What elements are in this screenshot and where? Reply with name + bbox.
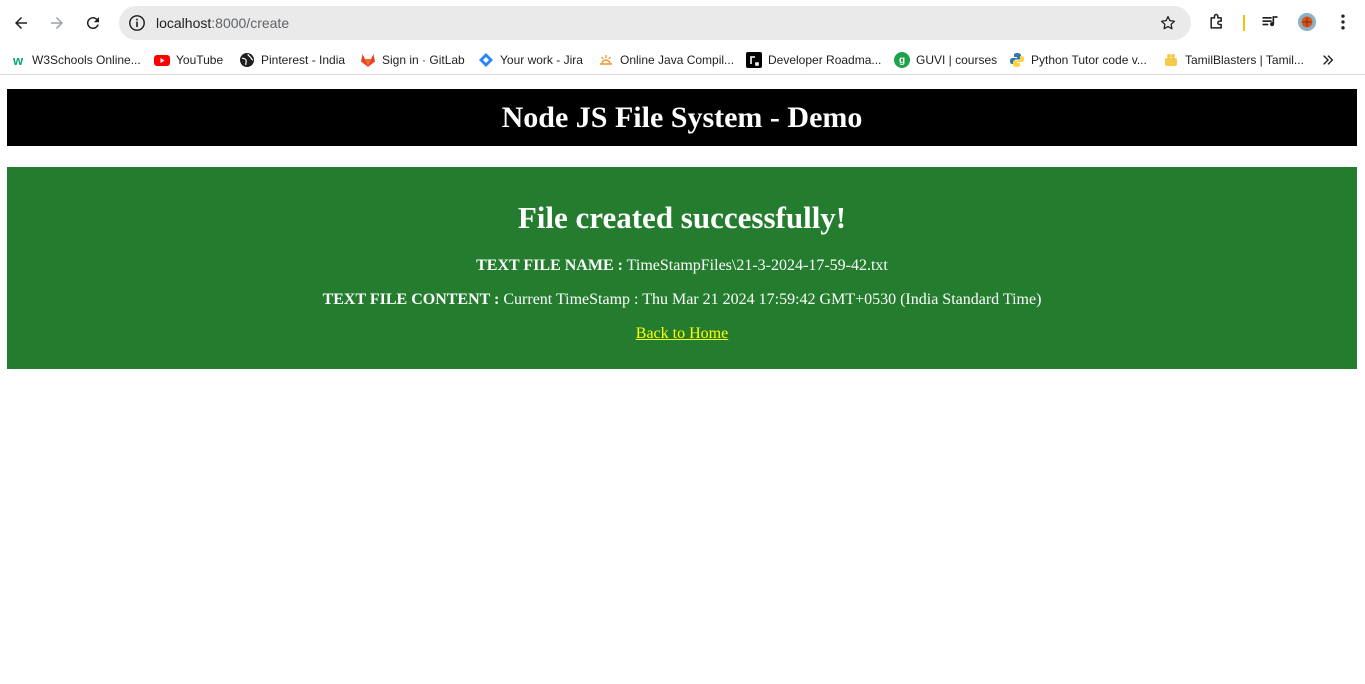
bookmark-java-compiler[interactable]: Online Java Compil... [598,50,734,70]
url-path: :8000/create [211,15,290,31]
bookmark-label: Your work - Jira [500,53,583,67]
file-content-row: TEXT FILE CONTENT : Current TimeStamp : … [7,291,1357,309]
bookmark-w3schools[interactable]: w W3Schools Online... [10,50,141,70]
page-header: Node JS File System - Demo [7,89,1357,146]
bookmark-pinterest[interactable]: Pinterest - India [239,50,345,70]
bookmark-label: Sign in · GitLab [382,53,465,67]
globe-icon [239,52,255,68]
result-title: File created successfully! [517,200,847,235]
back-button[interactable] [7,9,35,37]
address-bar[interactable]: localhost:8000/create [119,6,1191,40]
bookmark-youtube[interactable]: YouTube [154,50,223,70]
more-bookmarks-chevron-icon[interactable] [1317,50,1339,70]
roadmap-icon [746,52,762,68]
guvi-icon: g [894,52,910,68]
tamilblasters-icon [1163,52,1179,68]
toolbar-separator [1243,15,1245,31]
bookmark-tamilblasters[interactable]: TamilBlasters | Tamil... [1163,50,1304,70]
bookmark-python-tutor[interactable]: Python Tutor code v... [1009,50,1147,70]
youtube-icon [154,52,170,68]
bookmark-label: YouTube [176,53,224,67]
reload-button[interactable] [79,9,107,37]
file-content-label: TEXT FILE CONTENT : [322,291,500,308]
bookmark-label: GUVI | courses [916,53,998,67]
page-title: Node JS File System - Demo [501,100,863,134]
result-panel: File created successfully! TEXT FILE NAM… [7,167,1357,369]
bookmark-label: Online Java Compil... [620,53,735,67]
jira-icon [478,52,494,68]
bookmark-star-icon[interactable] [1159,14,1177,32]
page-content: Node JS File System - Demo File created … [0,81,1365,684]
url-host: localhost [156,15,212,31]
file-name-label: TEXT FILE NAME : [476,257,623,274]
file-name-row: TEXT FILE NAME : TimeStampFiles\21-3-202… [7,257,1357,275]
arrow-right-icon [51,17,63,29]
arrow-left-icon [15,17,27,29]
media-control-icon[interactable] [1259,11,1281,33]
url-text[interactable]: localhost:8000/create [156,6,289,40]
w3schools-icon: w [10,52,26,68]
forward-button[interactable] [43,9,71,37]
site-info-icon[interactable] [127,13,147,33]
file-content-value: Current TimeStamp : Thu Mar 21 2024 17:5… [499,291,1042,308]
gitlab-icon [360,52,376,68]
file-name-value: TimeStampFiles\21-3-2024-17-59-42.txt [622,257,888,274]
bookmark-label: Python Tutor code v... [1031,53,1147,67]
bookmark-label: TamilBlasters | Tamil... [1185,53,1304,67]
back-to-home-link[interactable]: Back to Home [636,325,728,342]
bookmark-label: W3Schools Online... [32,53,141,67]
bookmarks-bar: w W3Schools Online... YouTube Pinterest … [0,46,1365,75]
bookmark-developer-roadmap[interactable]: Developer Roadma... [746,50,881,70]
bookmark-label: Developer Roadma... [768,53,882,67]
profile-avatar[interactable] [1296,11,1318,33]
extensions-icon[interactable] [1206,11,1228,33]
bookmark-gitlab[interactable]: Sign in · GitLab [360,50,465,70]
back-link-row: Back to Home [7,325,1357,343]
menu-kebab-icon[interactable] [1332,11,1354,33]
bookmark-jira[interactable]: Your work - Jira [478,50,583,70]
python-icon [1009,52,1025,68]
reload-icon [86,17,99,30]
bookmark-label: Pinterest - India [261,53,346,67]
java-compiler-icon [598,52,614,68]
bookmark-guvi[interactable]: g GUVI | courses [894,50,997,70]
browser-toolbar: localhost:8000/create [0,0,1365,46]
